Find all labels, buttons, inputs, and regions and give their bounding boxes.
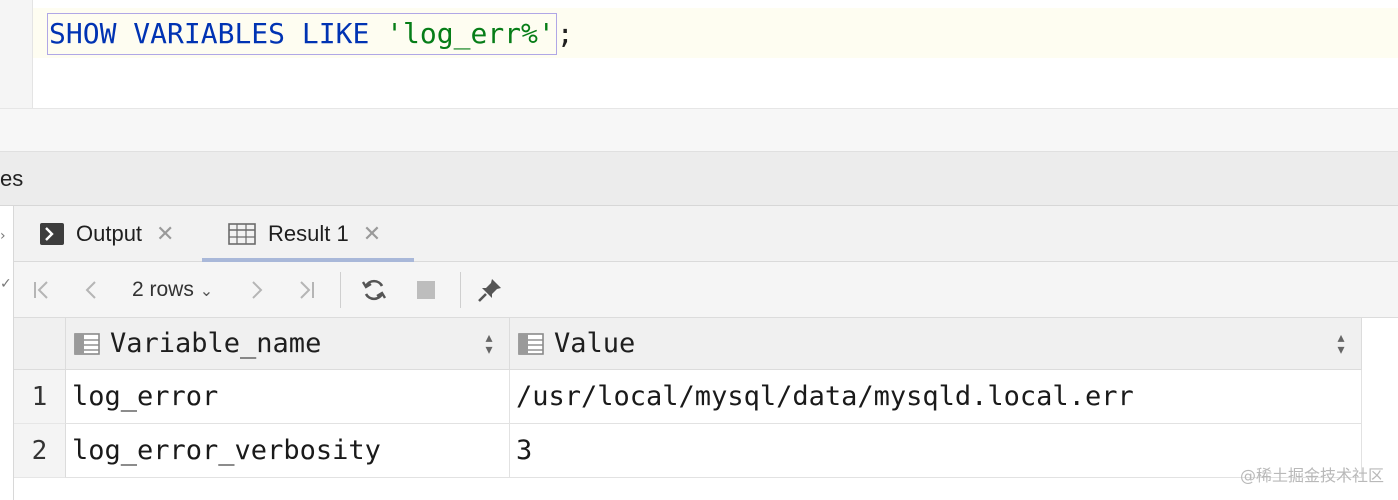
column-header-label: Variable_name: [110, 328, 322, 359]
sql-selection-box: SHOW VARIABLES LIKE 'log_err%': [47, 13, 557, 55]
prev-page-icon[interactable]: [78, 276, 106, 304]
sql-statement[interactable]: SHOW VARIABLES LIKE 'log_err%';: [47, 13, 574, 57]
sql-keyword-like: LIKE: [301, 17, 370, 50]
grid-filler: [1362, 318, 1398, 370]
toolbar-separator: [460, 272, 461, 308]
check-icon: ✓: [0, 276, 12, 292]
table-icon: [228, 223, 256, 245]
result-tabs: Output ✕ Result 1 ✕: [14, 206, 1398, 262]
rows-count-dropdown[interactable]: 2 rows ⌄: [132, 276, 213, 306]
sort-icon[interactable]: ▴ ▾: [1335, 331, 1347, 357]
close-icon[interactable]: ✕: [363, 221, 381, 247]
column-header-variable-name[interactable]: Variable_name ▴ ▾: [66, 318, 510, 370]
first-page-icon[interactable]: [28, 276, 56, 304]
table-cell[interactable]: log_error_verbosity: [66, 424, 510, 478]
row-number[interactable]: 2: [14, 424, 66, 478]
column-header-label: Value: [554, 328, 636, 359]
services-panel-header: es: [0, 152, 1398, 206]
editor-gutter: [0, 0, 33, 108]
watermark: @稀土掘金技术社区: [1239, 466, 1384, 485]
result-toolbar: 2 rows ⌄: [14, 262, 1398, 318]
close-icon[interactable]: ✕: [156, 221, 174, 247]
chevron-right-icon[interactable]: ›: [0, 228, 6, 244]
column-icon: [74, 332, 100, 355]
sql-keyword-variables: VARIABLES: [133, 17, 286, 50]
column-header-value[interactable]: Value ▴ ▾: [510, 318, 1362, 370]
console-icon: [40, 223, 64, 245]
sql-keyword-show: SHOW: [49, 17, 117, 50]
sql-string-literal: 'log_err%': [386, 17, 555, 50]
column-icon: [518, 332, 544, 355]
sql-editor[interactable]: SHOW VARIABLES LIKE 'log_err%';: [0, 0, 1398, 108]
result-grid: Variable_name ▴ ▾ Value ▴ ▾ 1 log_error /u…: [14, 318, 1398, 500]
last-page-icon[interactable]: [292, 276, 320, 304]
tab-result-label: Result 1: [268, 221, 349, 246]
table-cell[interactable]: /usr/local/mysql/data/mysqld.local.err: [510, 370, 1362, 424]
sql-terminator: ;: [556, 17, 574, 50]
rows-count-label: 2 rows: [132, 278, 194, 301]
row-number[interactable]: 1: [14, 370, 66, 424]
pin-icon[interactable]: [476, 276, 504, 304]
toolbar-separator: [340, 272, 341, 308]
next-page-icon[interactable]: [242, 276, 270, 304]
refresh-icon[interactable]: [360, 276, 388, 304]
tab-result-1[interactable]: Result 1 ✕: [228, 206, 381, 262]
tab-output[interactable]: Output ✕: [40, 206, 174, 262]
tab-output-label: Output: [76, 221, 143, 246]
panel-title: es: [0, 166, 24, 191]
editor-separator-strip: [0, 108, 1398, 152]
table-cell[interactable]: log_error: [66, 370, 510, 424]
services-tree-rail[interactable]: › ✓: [0, 206, 14, 500]
sort-icon[interactable]: ▴ ▾: [483, 331, 495, 357]
row-number-header: [14, 318, 66, 370]
stop-icon[interactable]: [412, 276, 440, 304]
chevron-down-icon: ⌄: [199, 283, 214, 300]
table-cell[interactable]: 3: [510, 424, 1362, 478]
